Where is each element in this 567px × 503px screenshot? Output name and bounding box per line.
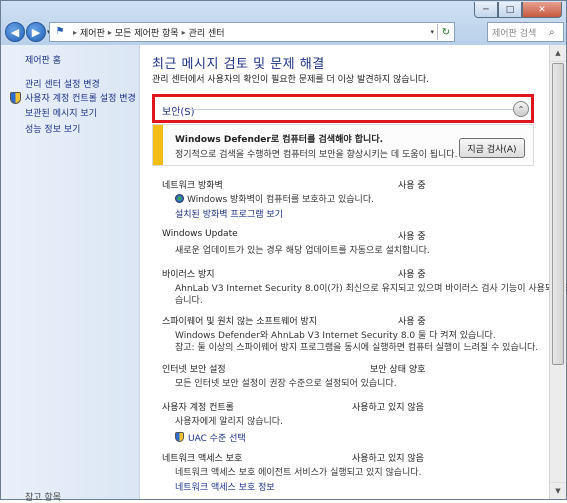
item-description-cont: 습니다. xyxy=(175,296,203,306)
item-name: 바이러스 방지 xyxy=(162,270,215,280)
sidebar: 제어판 홈 관리 센터 설정 변경 사용자 계정 컨트롤 설정 변경 보관된 메… xyxy=(1,45,140,503)
main-content: 최근 메시지 검토 및 문제 해결 관리 센터에서 사용자의 확인이 필요한 문… xyxy=(140,45,567,499)
sidebar-link-label: 사용자 계정 컨트롤 설정 변경 xyxy=(25,94,136,104)
item-name: 네트워크 액세스 보호 xyxy=(162,454,243,464)
item-description: 네트워크 액세스 보호 에이전트 서비스가 실행되고 있지 않습니다. xyxy=(175,468,422,478)
item-status: 사용 중 xyxy=(398,270,426,280)
nap-info-link[interactable]: 네트워크 액세스 보호 정보 xyxy=(175,480,275,493)
uac-shield-icon xyxy=(175,432,184,442)
security-section-header[interactable]: 보안(S) xyxy=(162,103,195,118)
breadcrumb-separator-icon[interactable]: ▸ xyxy=(108,28,112,37)
item-description-note: 참고: 둘 이상의 스파이웨어 방지 프로그램을 동시에 실행하면 컴퓨터 실행… xyxy=(175,343,539,353)
scrollbar-thumb[interactable] xyxy=(552,63,564,365)
control-panel-icon: ⚑ xyxy=(55,26,65,37)
item-description: Windows 방화벽이 컴퓨터를 보호하고 있습니다. xyxy=(175,192,374,205)
vertical-scrollbar[interactable]: ▲ ▼ xyxy=(549,45,566,499)
navigation-buttons: ◀ ▶ ▾ xyxy=(5,22,54,42)
search-input[interactable]: 제어판 검색 xyxy=(488,26,549,39)
minimize-button[interactable]: ─ xyxy=(474,2,498,18)
item-status: 사용하고 있지 않음 xyxy=(352,403,424,413)
search-box[interactable]: 제어판 검색 ⌕ xyxy=(487,22,564,42)
address-bar[interactable]: ⚑ ▸ 제어판 ▸ 모든 제어판 항목 ▸ 관리 센터 ▾ ↻ xyxy=(49,22,455,42)
page-subtitle: 관리 센터에서 사용자의 확인이 필요한 문제를 더 이상 발견하지 않습니다. xyxy=(152,75,430,85)
title-bar: ─ □ ✕ ◀ ▶ ▾ ⚑ ▸ 제어판 ▸ 모든 제어판 항목 ▸ 관리 센터 … xyxy=(1,1,566,45)
item-description: 사용자에게 알리지 않습니다. xyxy=(175,417,283,427)
sidebar-link-change-settings[interactable]: 관리 센터 설정 변경 xyxy=(25,77,100,90)
uac-level-link[interactable]: UAC 수준 선택 xyxy=(175,431,246,444)
sidebar-link-performance-info[interactable]: 성능 정보 보기 xyxy=(25,122,80,135)
alert-description: 정기적으로 검색을 수행하면 컴퓨터의 보안을 향상시키는 데 도움이 됩니다. xyxy=(175,150,458,160)
page-title: 최근 메시지 검토 및 문제 해결 xyxy=(152,57,325,72)
warning-stripe xyxy=(153,125,163,165)
item-status: 사용 중 xyxy=(398,181,426,191)
uac-shield-icon xyxy=(10,91,21,104)
collapse-chevron-icon[interactable]: ⌃ xyxy=(513,101,529,117)
refresh-icon[interactable]: ↻ xyxy=(437,24,454,40)
item-name: Windows Update xyxy=(162,229,238,239)
item-name: 네트워크 방화벽 xyxy=(162,181,223,191)
breadcrumb-action-center[interactable]: 관리 센터 xyxy=(189,26,225,39)
section-divider xyxy=(188,109,516,110)
address-dropdown-icon[interactable]: ▾ xyxy=(427,28,437,36)
search-icon[interactable]: ⌕ xyxy=(549,27,563,38)
defender-alert: Windows Defender로 컴퓨터를 검색해야 합니다. 정기적으로 검… xyxy=(152,124,534,166)
item-description: 모든 인터넷 보안 설정이 권장 수준으로 설정되어 있습니다. xyxy=(175,379,397,389)
maximize-button[interactable]: □ xyxy=(498,2,522,18)
item-name: 스파이웨어 및 원치 않는 소프트웨어 방지 xyxy=(162,317,318,327)
sidebar-see-also-heading: 참고 항목 xyxy=(25,493,61,503)
breadcrumb: ▸ 제어판 ▸ 모든 제어판 항목 ▸ 관리 센터 xyxy=(70,26,225,39)
sidebar-link-uac-settings[interactable]: 사용자 계정 컨트롤 설정 변경 xyxy=(10,91,136,104)
scroll-down-icon[interactable]: ▼ xyxy=(550,482,566,499)
view-firewall-programs-link[interactable]: 설치된 방화벽 프로그램 보기 xyxy=(175,207,283,220)
forward-arrow-icon[interactable]: ▶ xyxy=(26,22,46,42)
address-tail: ▾ ↻ xyxy=(427,24,454,40)
firewall-icon xyxy=(175,194,184,203)
back-arrow-icon[interactable]: ◀ xyxy=(5,22,25,42)
item-status: 보안 상태 양호 xyxy=(370,365,426,375)
item-description: 새로운 업데이트가 있는 경우 해당 업데이트를 자동으로 설치합니다. xyxy=(175,246,430,256)
breadcrumb-separator-icon[interactable]: ▸ xyxy=(73,28,77,37)
close-button[interactable]: ✕ xyxy=(522,2,562,18)
breadcrumb-separator-icon[interactable]: ▸ xyxy=(182,28,186,37)
breadcrumb-all-items[interactable]: 모든 제어판 항목 xyxy=(115,26,179,39)
sidebar-home-link[interactable]: 제어판 홈 xyxy=(25,53,61,66)
item-description: AhnLab V3 Internet Security 8.0이(가) 최신으로… xyxy=(175,284,567,294)
control-panel-window: ─ □ ✕ ◀ ▶ ▾ ⚑ ▸ 제어판 ▸ 모든 제어판 항목 ▸ 관리 센터 … xyxy=(0,0,567,503)
scroll-up-icon[interactable]: ▲ xyxy=(550,45,566,62)
window-controls: ─ □ ✕ xyxy=(474,2,562,18)
breadcrumb-control-panel[interactable]: 제어판 xyxy=(80,26,105,39)
item-name: 인터넷 보안 설정 xyxy=(162,365,226,375)
uac-level-link-label: UAC 수준 선택 xyxy=(188,434,246,444)
alert-heading: Windows Defender로 컴퓨터를 검색해야 합니다. xyxy=(175,135,384,145)
item-status: 사용하고 있지 않음 xyxy=(352,454,424,464)
item-status: 사용 중 xyxy=(398,232,426,242)
item-name: 사용자 계정 컨트롤 xyxy=(162,403,234,413)
item-description-text: Windows 방화벽이 컴퓨터를 보호하고 있습니다. xyxy=(187,195,374,205)
item-status: 사용 중 xyxy=(398,317,426,327)
sidebar-link-archived-messages[interactable]: 보관된 메시지 보기 xyxy=(25,106,97,119)
scan-now-button[interactable]: 지금 검사(A) xyxy=(459,138,525,158)
